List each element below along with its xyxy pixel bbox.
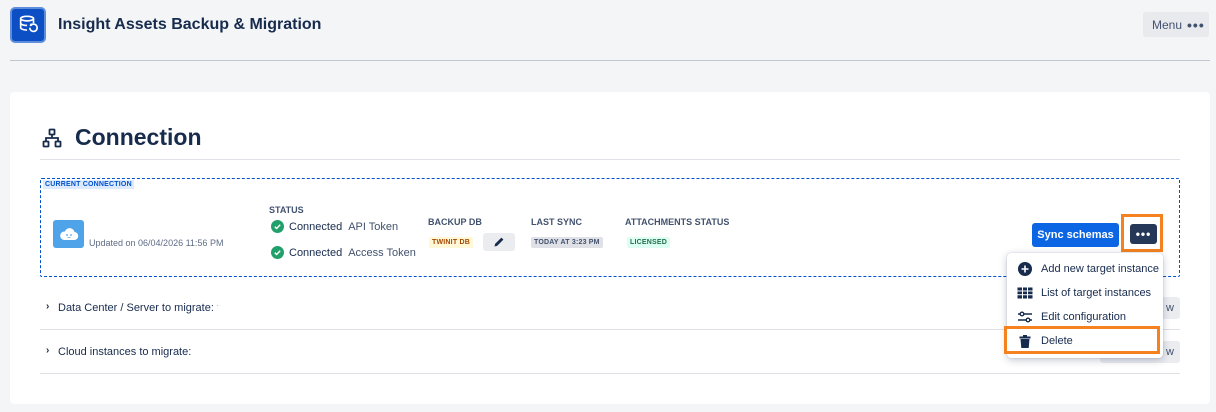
check-circle-icon: [271, 246, 284, 259]
section-title: Connection: [75, 124, 202, 150]
hierarchy-icon: [42, 128, 62, 148]
menu-item-label: Edit configuration: [1041, 311, 1126, 323]
plus-circle-icon: [1017, 261, 1033, 277]
app-header: Insight Assets Backup & Migration Menu •…: [0, 0, 1216, 60]
chevron-right-icon: ›: [46, 345, 50, 356]
sliders-icon: [1017, 309, 1033, 325]
last-sync-badge: TODAY AT 3:23 PM: [531, 237, 603, 248]
pencil-icon: [494, 237, 504, 247]
app-title: Insight Assets Backup & Migration: [58, 16, 322, 33]
accordion-label: Cloud instances to migrate:: [58, 346, 192, 358]
chevron-right-icon: ›: [46, 301, 50, 312]
attachments-status-label: ATTACHMENTS STATUS: [625, 217, 730, 227]
menu-item-list-targets[interactable]: List of target instances: [1007, 281, 1163, 305]
more-actions-highlight: •••: [1121, 214, 1163, 252]
status-api-token: Connected API Token: [271, 220, 398, 233]
check-circle-icon: [271, 220, 284, 233]
title-divider: [40, 159, 1180, 160]
status-access-token: Connected Access Token: [271, 246, 416, 259]
delete-highlight: [1004, 326, 1160, 354]
status-value: Connected: [289, 220, 343, 233]
last-sync-label: LAST SYNC: [531, 217, 583, 227]
header-divider: [10, 60, 1210, 61]
status-value: Connected: [289, 246, 343, 259]
status-type: Access Token: [348, 246, 416, 259]
loading-indicator: ·: [216, 300, 220, 311]
attachments-status-badge: LICENSED: [627, 237, 670, 248]
status-type: API Token: [348, 220, 399, 233]
menu-label: Menu: [1152, 17, 1183, 32]
menu-item-label: List of target instances: [1041, 287, 1152, 299]
backup-db-badge: TWINIT DB: [429, 237, 473, 248]
backup-db-label: BACKUP DB: [428, 217, 482, 227]
menu-item-add-target[interactable]: Add new target instance: [1007, 257, 1163, 281]
more-actions-button[interactable]: •••: [1130, 224, 1157, 244]
cloud-icon: [53, 220, 84, 248]
app-logo-icon: [10, 7, 46, 43]
accordion-label: Data Center / Server to migrate:: [58, 302, 214, 314]
updated-timestamp: Updated on 06/04/2026 11:56 PM: [89, 238, 224, 248]
current-connection-tag: CURRENT CONNECTION: [43, 180, 134, 189]
more-horizontal-icon: •••: [1187, 16, 1205, 33]
table-icon: [1017, 285, 1033, 301]
sync-schemas-button[interactable]: Sync schemas: [1032, 223, 1119, 247]
menu-button[interactable]: Menu •••: [1143, 12, 1209, 37]
edit-backup-db-button[interactable]: [483, 233, 515, 251]
status-label: STATUS: [269, 205, 304, 215]
menu-item-label: Add new target instance: [1041, 263, 1160, 275]
